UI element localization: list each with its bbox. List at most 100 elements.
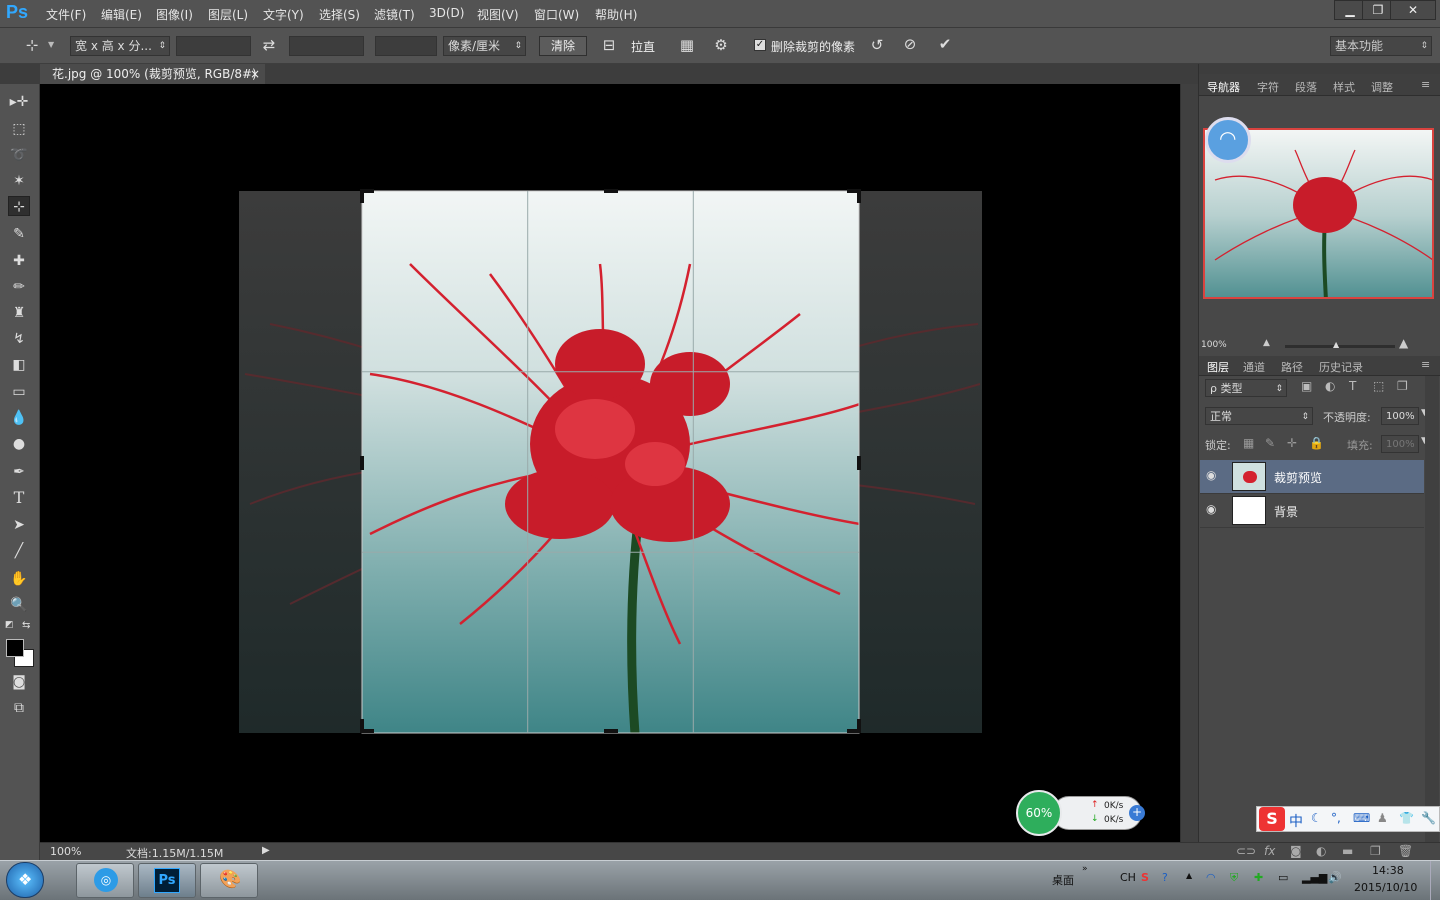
tray-360-icon[interactable]: ✚ — [1254, 871, 1263, 884]
start-button[interactable]: ❖ — [6, 862, 44, 898]
document-tab-close-icon[interactable]: × — [250, 64, 260, 84]
moon-icon[interactable]: ☾ — [1311, 811, 1322, 825]
filter-pixel-icon[interactable]: ▣ — [1301, 379, 1312, 393]
ratio-select[interactable]: 宽 x 高 x 分... ⇕ — [70, 36, 170, 56]
menu-type[interactable]: 文字(Y) — [263, 6, 304, 23]
punctuation-icon[interactable]: °, — [1331, 811, 1341, 825]
keyboard-icon[interactable]: ⌨ — [1353, 811, 1370, 825]
filter-smart-object-icon[interactable]: ❐ — [1397, 379, 1408, 393]
zoom-out-icon[interactable]: ▲ — [1263, 338, 1270, 348]
tray-expand-icon[interactable]: ▲ — [1186, 871, 1192, 880]
language-indicator[interactable]: CH — [1120, 871, 1136, 884]
layer-kind-filter[interactable]: ρ 类型 ⇕ — [1205, 379, 1287, 397]
preset-dropdown-icon[interactable]: ▼ — [48, 40, 54, 49]
status-menu-arrow-icon[interactable]: ▶ — [262, 845, 270, 856]
dodge-tool-icon[interactable]: ● — [8, 434, 30, 454]
pen-tool-icon[interactable]: ✒ — [8, 462, 30, 482]
marquee-tool-icon[interactable]: ⬚ — [8, 119, 30, 139]
tray-volume-icon[interactable]: 🔊 — [1328, 871, 1342, 884]
menu-select[interactable]: 选择(S) — [319, 6, 360, 23]
close-window-button[interactable]: ✕ — [1390, 0, 1436, 20]
navigator-zoom-slider[interactable] — [1285, 345, 1395, 348]
zoom-level[interactable]: 100% — [50, 845, 81, 858]
reset-icon[interactable]: ↺ — [866, 36, 888, 54]
gradient-tool-icon[interactable]: ▭ — [8, 382, 30, 402]
tray-network-icon[interactable]: ▭ — [1278, 871, 1288, 884]
layers-scrollbar[interactable] — [1425, 376, 1439, 846]
layer-style-fx-icon[interactable]: fx — [1264, 844, 1275, 858]
clone-stamp-tool-icon[interactable]: ♜ — [8, 303, 30, 323]
opacity-input[interactable]: 100% — [1381, 407, 1419, 425]
overlay-grid-icon[interactable]: ▦ — [676, 36, 698, 54]
menu-file[interactable]: 文件(F) — [46, 6, 86, 23]
blend-mode-select[interactable]: 正常 ⇕ — [1205, 407, 1313, 425]
taskbar-paint-button[interactable]: 🎨 — [200, 863, 258, 898]
filter-type-icon[interactable]: T — [1349, 379, 1356, 393]
net-speed-widget[interactable]: 0K/s 0K/s ↑ ↓ + — [1052, 796, 1145, 830]
tab-channels[interactable]: 通道 — [1243, 359, 1265, 375]
add-icon[interactable]: + — [1129, 805, 1145, 821]
settings-gear-icon[interactable]: ⚙ — [710, 36, 732, 54]
lasso-tool-icon[interactable]: ➰ — [8, 145, 30, 165]
type-tool-icon[interactable]: T — [8, 488, 30, 508]
path-selection-tool-icon[interactable]: ➤ — [8, 515, 30, 535]
tab-layers[interactable]: 图层 — [1207, 359, 1229, 375]
delete-pixels-checkbox[interactable]: ✓ — [754, 39, 766, 51]
tray-signal-icon[interactable]: ▂▄▆ — [1302, 871, 1327, 884]
delete-layer-icon[interactable]: 🗑 — [1398, 844, 1413, 858]
document-tab[interactable]: 花.jpg @ 100% (裁剪预览, RGB/8#) × — [40, 64, 265, 84]
crop-tool-icon[interactable]: ⊹ — [8, 196, 30, 216]
tray-wifi-icon[interactable]: ◠ — [1206, 871, 1216, 884]
new-group-icon[interactable]: ▬ — [1342, 844, 1353, 858]
tray-help-icon[interactable]: ? — [1162, 871, 1168, 884]
menu-help[interactable]: 帮助(H) — [595, 6, 637, 23]
ime-mode[interactable]: 中 — [1289, 811, 1303, 831]
default-colors-icon[interactable]: ◩ — [5, 620, 14, 630]
hand-tool-icon[interactable]: ✋ — [8, 569, 30, 589]
canvas-area[interactable]: 0K/s 0K/s ↑ ↓ + 60% — [40, 84, 1180, 842]
canvas-vertical-scrollbar[interactable] — [1180, 84, 1198, 842]
cancel-crop-icon[interactable]: ⊘ — [899, 35, 921, 53]
menu-window[interactable]: 窗口(W) — [534, 6, 579, 23]
add-mask-icon[interactable]: ◙ — [1290, 844, 1302, 858]
healing-brush-tool-icon[interactable]: ✚ — [8, 251, 30, 271]
sogou-logo-icon[interactable]: S — [1259, 807, 1285, 831]
navigator-zoom-value[interactable]: 100% — [1201, 340, 1227, 350]
height-input[interactable] — [289, 36, 364, 56]
tab-history[interactable]: 历史记录 — [1319, 359, 1363, 375]
menu-image[interactable]: 图像(I) — [156, 6, 193, 23]
zoom-tool-icon[interactable]: 🔍 — [8, 595, 30, 615]
taskbar-browser-button[interactable]: ◎ — [76, 863, 134, 898]
clear-button[interactable]: 清除 — [539, 36, 587, 56]
magic-wand-tool-icon[interactable]: ✶ — [8, 171, 30, 191]
menu-view[interactable]: 视图(V) — [477, 6, 519, 23]
menu-3d[interactable]: 3D(D) — [429, 6, 464, 20]
tab-paths[interactable]: 路径 — [1281, 359, 1303, 375]
resolution-input[interactable] — [375, 36, 437, 56]
commit-crop-icon[interactable]: ✔ — [934, 35, 956, 53]
tab-character[interactable]: 字符 — [1257, 79, 1279, 95]
layer-visibility-eye-icon[interactable]: ◉ — [1206, 502, 1216, 516]
screen-mode-icon[interactable]: ⧉ — [8, 698, 30, 718]
history-brush-tool-icon[interactable]: ↯ — [8, 329, 30, 349]
crop-tool-preset-icon[interactable]: ⊹ — [22, 36, 42, 54]
toolbar-expand-icon[interactable]: » — [1082, 864, 1088, 874]
layer-row-background[interactable]: ◉ 背景 — [1200, 494, 1424, 528]
wifi-icon[interactable]: ◠ — [1205, 117, 1251, 163]
tray-shield-icon[interactable]: ⛨ — [1230, 871, 1238, 885]
fill-input[interactable]: 100% — [1381, 435, 1419, 453]
line-tool-icon[interactable]: ╱ — [8, 541, 30, 561]
width-input[interactable] — [176, 36, 251, 56]
straighten-label[interactable]: 拉直 — [631, 38, 655, 55]
wrench-icon[interactable]: 🔧 — [1421, 811, 1436, 825]
brush-tool-icon[interactable]: ✏ — [8, 277, 30, 297]
net-percent-badge[interactable]: 60% — [1016, 790, 1062, 836]
shirt-icon[interactable]: 👕 — [1399, 811, 1414, 825]
clock-time[interactable]: 14:38 — [1372, 864, 1404, 877]
workspace-select[interactable]: 基本功能 ⇕ — [1330, 36, 1432, 56]
tray-sogou-icon[interactable]: S — [1141, 871, 1149, 884]
menu-filter[interactable]: 滤镜(T) — [374, 6, 415, 23]
layers-panel-menu-icon[interactable]: ≡ — [1421, 358, 1430, 371]
link-layers-icon[interactable]: ⊂⊃ — [1236, 844, 1256, 858]
layer-row-crop-preview[interactable]: ◉ 裁剪预览 — [1200, 460, 1424, 494]
